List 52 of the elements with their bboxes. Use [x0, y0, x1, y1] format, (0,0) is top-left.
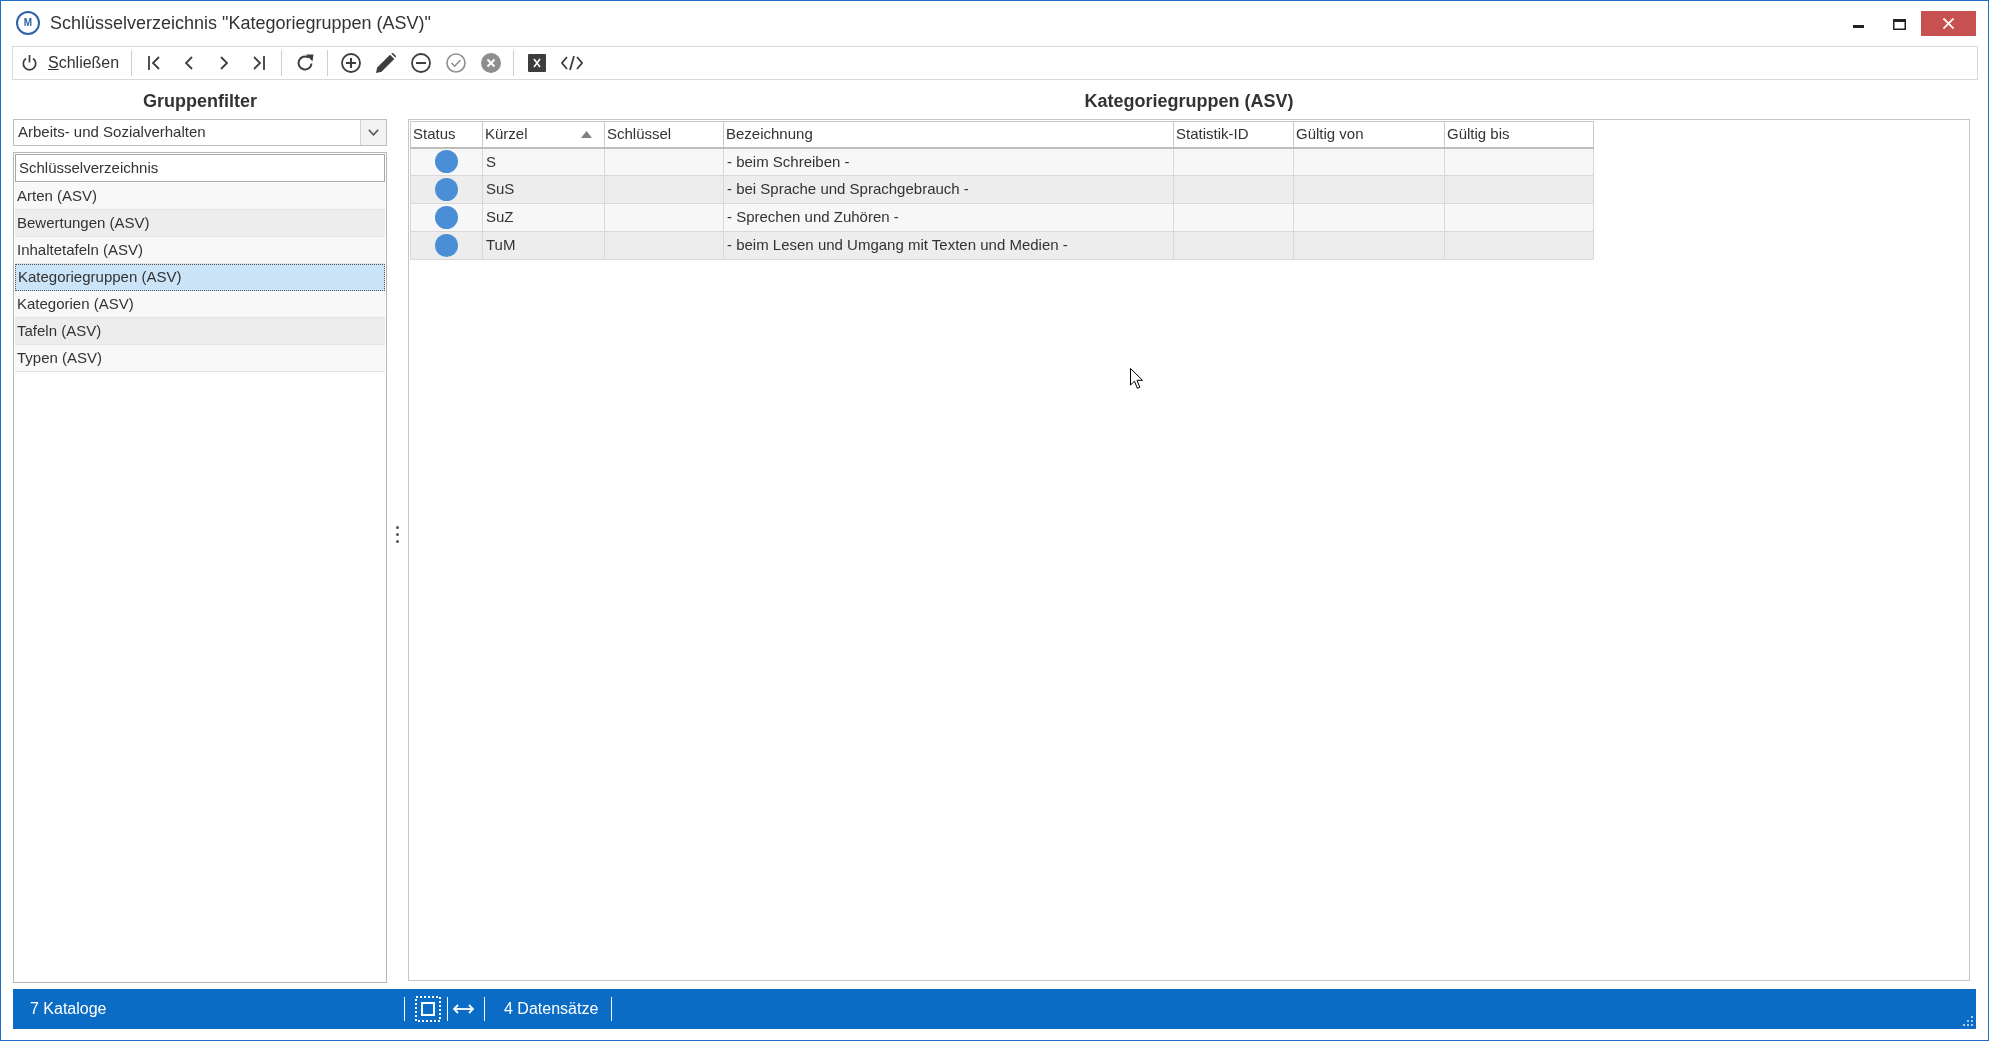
close-window-button[interactable]: Schließen — [18, 49, 124, 77]
table-cell: - beim Lesen und Umgang mit Texten und Medien - — [723, 231, 1174, 260]
chevron-right-icon[interactable] — [219, 56, 228, 70]
app-logo: M — [16, 11, 40, 35]
column-header[interactable]: Status — [410, 121, 483, 148]
column-header[interactable]: Statistik-ID — [1173, 121, 1294, 148]
dotted-square-icon[interactable] — [415, 996, 441, 1022]
resize-grip-icon[interactable] — [1963, 1016, 1973, 1026]
window-title: Schlüsselverzeichnis "Kategoriegruppen (ASV)" — [50, 11, 431, 35]
list-item[interactable]: Arten (ASV) — [15, 183, 385, 210]
splitter-grip-icon[interactable] — [396, 526, 399, 543]
plus-circle-icon[interactable] — [340, 53, 361, 73]
list-header: Schlüsselverzeichnis — [15, 154, 385, 182]
list-item[interactable]: Inhaltetafeln (ASV) — [15, 237, 385, 264]
maximize-icon[interactable] — [1893, 18, 1906, 30]
list-item[interactable]: Tafeln (ASV) — [15, 318, 385, 345]
record-count: 4 Datensätze — [504, 999, 599, 1019]
table-cell: - bei Sprache und Sprachgebrauch - — [723, 175, 1174, 204]
catalog-count: 7 Kataloge — [30, 999, 107, 1019]
column-header[interactable]: Kürzel — [482, 121, 605, 148]
chevron-left-icon[interactable] — [184, 56, 193, 70]
column-header[interactable]: Bezeichnung — [723, 121, 1174, 148]
pencil-icon[interactable] — [375, 53, 396, 73]
table-cell: SuS — [482, 175, 605, 204]
table-cell: - beim Schreiben - — [723, 147, 1174, 176]
panel-heading: Gruppenfilter — [143, 89, 257, 113]
group-filter-dropdown[interactable]: Arbeits- und Sozialverhalten — [13, 119, 387, 146]
table-cell: - Sprechen und Zuhören - — [723, 203, 1174, 232]
list-item[interactable]: Typen (ASV) — [15, 345, 385, 372]
chevron-down-icon[interactable] — [368, 129, 379, 136]
column-header[interactable]: Schlüssel — [604, 121, 724, 148]
list-item[interactable]: Kategoriegruppen (ASV) — [15, 264, 385, 291]
column-header[interactable]: Gültig bis — [1444, 121, 1594, 148]
sort-ascending-icon — [581, 130, 592, 138]
mouse-pointer-icon — [1130, 368, 1143, 389]
double-arrow-icon[interactable] — [453, 1004, 474, 1014]
close-icon — [1943, 17, 1954, 29]
code-icon[interactable] — [560, 55, 583, 71]
table-cell: S — [482, 147, 605, 176]
table-cell: TuM — [482, 231, 605, 260]
list-item[interactable]: Bewertungen (ASV) — [15, 210, 385, 237]
chevron-right-bar-icon[interactable] — [252, 56, 265, 70]
bar-chevron-left-icon[interactable] — [147, 56, 160, 70]
column-header[interactable]: Gültig von — [1293, 121, 1445, 148]
list-item[interactable]: Kategorien (ASV) — [15, 291, 385, 318]
power-icon — [22, 55, 37, 71]
refresh-icon[interactable] — [295, 54, 314, 72]
x-square-icon[interactable] — [527, 54, 546, 72]
minus-circle-icon[interactable] — [410, 53, 431, 73]
table-cell: SuZ — [482, 203, 605, 232]
panel-heading: Kategoriegruppen (ASV) — [1084, 89, 1294, 113]
close-button[interactable] — [1921, 10, 1976, 36]
